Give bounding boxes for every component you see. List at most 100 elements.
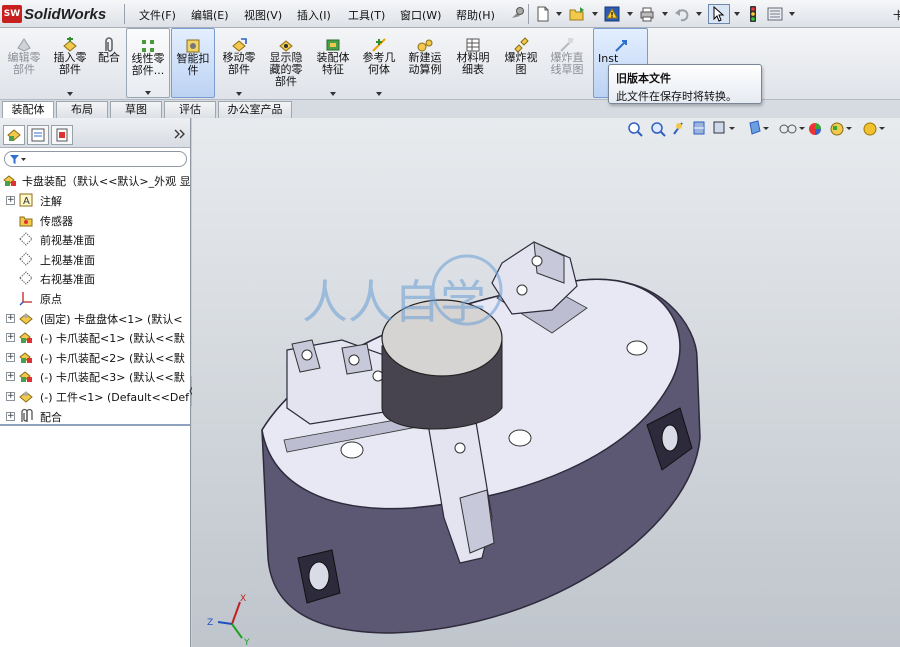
tree-item-label: (-) 卡爪装配<1> (默认<<默 — [40, 332, 185, 346]
menu-window[interactable]: 窗口(W) — [400, 7, 441, 23]
menu-help[interactable]: 帮助(H) — [456, 7, 495, 23]
tree-item-jaw-assembly-3[interactable]: + (-) 卡爪装配<3> (默认<<默 — [0, 367, 190, 385]
expand-toggle-icon[interactable]: + — [6, 352, 15, 362]
tab-evaluate[interactable]: 评估 — [164, 101, 216, 118]
assembly-features-button[interactable]: 装配体 特征 — [311, 28, 355, 98]
panel-expand-chevron-icon[interactable] — [174, 129, 186, 139]
expand-toggle-icon[interactable]: + — [6, 313, 15, 323]
tree-item-label: 上视基准面 — [40, 253, 95, 267]
menu-insert[interactable]: 插入(I) — [297, 7, 331, 23]
tooltip-title: 旧版本文件 — [616, 72, 671, 85]
exploded-view-label: 爆炸视 图 — [504, 51, 538, 76]
tab-office-products[interactable]: 办公室产品 — [218, 101, 292, 118]
tree-root-assembly[interactable]: 卡盘装配（默认<<默认>_外观 显 — [0, 171, 190, 189]
new-document-icon[interactable] — [534, 5, 552, 23]
tab-assembly[interactable]: 装配体 — [2, 101, 54, 119]
configuration-manager-icon — [56, 128, 68, 142]
expand-toggle-icon[interactable]: + — [6, 372, 15, 382]
tree-item-sensors[interactable]: 传感器 — [0, 211, 190, 229]
smart-fasteners-button[interactable]: 智能扣 件 — [171, 28, 215, 98]
print-icon[interactable] — [638, 5, 656, 23]
undo-icon[interactable] — [673, 5, 691, 23]
watermark: 人人自学 — [302, 254, 503, 329]
tree-item-right-plane[interactable]: 右视基准面 — [0, 269, 190, 287]
move-component-dropdown[interactable] — [236, 92, 242, 96]
edit-component-button[interactable]: 编辑零 部件 — [2, 28, 46, 98]
save-dropdown[interactable] — [627, 12, 633, 16]
tree-item-label: (-) 工件<1> (Default<<Def — [40, 391, 190, 404]
tree-item-jaw-assembly-1[interactable]: + (-) 卡爪装配<1> (默认<<默 — [0, 328, 190, 346]
tab-layout[interactable]: 布局 — [56, 101, 108, 118]
assembly-features-dropdown[interactable] — [330, 92, 336, 96]
plane-icon — [19, 252, 33, 266]
property-manager-tab[interactable] — [27, 125, 49, 145]
expand-toggle-icon[interactable]: + — [6, 392, 15, 401]
property-manager-icon — [31, 128, 45, 142]
pin-icon[interactable] — [508, 5, 526, 23]
insert-component-dropdown[interactable] — [67, 92, 73, 96]
exploded-view-button[interactable]: 爆炸视 图 — [499, 28, 543, 98]
expand-toggle-icon[interactable]: + — [6, 411, 15, 421]
show-hidden-components-button[interactable]: 显示隐 藏的零 部件 — [263, 28, 309, 98]
move-component-button[interactable]: 移动零 部件 — [217, 28, 261, 98]
watermark-text: 人人自学 — [302, 275, 486, 329]
reference-geometry-button[interactable]: 参考几 何体 — [357, 28, 401, 98]
chuck-assembly-model[interactable] — [192, 118, 900, 647]
configuration-manager-tab[interactable] — [51, 125, 73, 145]
insert-component-button[interactable]: 插入零 部件 — [48, 28, 92, 98]
tree-item-workpiece[interactable]: + (-) 工件<1> (Default<<Def — [0, 387, 190, 405]
rebuild-traffic-light-icon[interactable] — [744, 5, 762, 23]
new-motion-study-button[interactable]: 新建运 动算例 — [403, 28, 447, 98]
reference-geometry-dropdown[interactable] — [376, 92, 382, 96]
menu-edit[interactable]: 编辑(E) — [191, 7, 229, 23]
assembly-features-label: 装配体 特征 — [316, 51, 350, 76]
graphics-area[interactable]: 人人自学 X Z Y — [192, 118, 900, 647]
solidworks-logo[interactable]: SW SolidWorks — [2, 4, 106, 24]
explode-line-sketch-button[interactable]: 爆炸直 线草图 — [545, 28, 589, 98]
mate-button[interactable]: 配合 — [93, 28, 125, 98]
tree-item-fixed-chuck-body[interactable]: + (固定) 卡盘盘体<1> (默认< — [0, 309, 190, 327]
tree-filter-input[interactable] — [4, 151, 187, 167]
tree-root-label: 卡盘装配（默认<<默认>_外观 显 — [22, 175, 190, 188]
bill-of-materials-button[interactable]: 材料明 细表 — [451, 28, 495, 98]
insert-component-label: 插入零 部件 — [53, 51, 87, 76]
open-dropdown[interactable] — [592, 12, 598, 16]
open-folder-icon[interactable] — [568, 5, 586, 23]
face-hole — [626, 340, 648, 356]
tooltip-body: 此文件在保存时将转换。 — [616, 90, 737, 103]
print-dropdown[interactable] — [662, 12, 668, 16]
old-version-warning-icon[interactable] — [603, 5, 621, 23]
undo-dropdown[interactable] — [696, 12, 702, 16]
smart-fasteners-label: 智能扣 件 — [176, 52, 210, 77]
linear-pattern-dropdown[interactable] — [145, 91, 151, 95]
part-icon — [19, 312, 33, 325]
tree-item-front-plane[interactable]: 前视基准面 — [0, 230, 190, 248]
expand-toggle-icon[interactable]: + — [6, 196, 15, 205]
select-button[interactable] — [708, 4, 730, 24]
explode-line-sketch-label: 爆炸直 线草图 — [550, 51, 584, 76]
subassembly-icon — [19, 371, 32, 383]
menu-file[interactable]: 文件(F) — [139, 7, 176, 23]
tree-item-origin[interactable]: 原点 — [0, 289, 190, 307]
tree-item-top-plane[interactable]: 上视基准面 — [0, 250, 190, 268]
menu-view[interactable]: 视图(V) — [244, 7, 282, 23]
select-dropdown[interactable] — [734, 12, 740, 16]
tree-item-label: (固定) 卡盘盘体<1> (默认< — [40, 312, 183, 326]
menu-tools[interactable]: 工具(T) — [348, 7, 385, 23]
tree-item-label: (-) 卡爪装配<3> (默认<<默 — [40, 371, 185, 385]
move-component-label: 移动零 部件 — [222, 51, 256, 76]
options-icon[interactable] — [766, 5, 784, 23]
linear-pattern-button[interactable]: 线性零 部件... — [126, 28, 170, 98]
expand-toggle-icon[interactable]: + — [6, 333, 15, 343]
options-dropdown[interactable] — [789, 12, 795, 16]
panel-tabs — [0, 118, 190, 148]
linear-pattern-label: 线性零 部件... — [131, 52, 165, 77]
tree-item-label: 前视基准面 — [40, 234, 95, 248]
tree-item-jaw-assembly-2[interactable]: + (-) 卡爪装配<2> (默认<<默 — [0, 348, 190, 366]
tree-item-mates[interactable]: + 配合 — [0, 407, 190, 425]
tree-item-annotations[interactable]: + A 注解 — [0, 191, 190, 209]
new-document-dropdown[interactable] — [556, 12, 562, 16]
feature-manager-tab[interactable] — [3, 125, 25, 145]
tab-sketch[interactable]: 草图 — [110, 101, 162, 118]
coordinate-triad: X Z Y — [207, 594, 250, 647]
